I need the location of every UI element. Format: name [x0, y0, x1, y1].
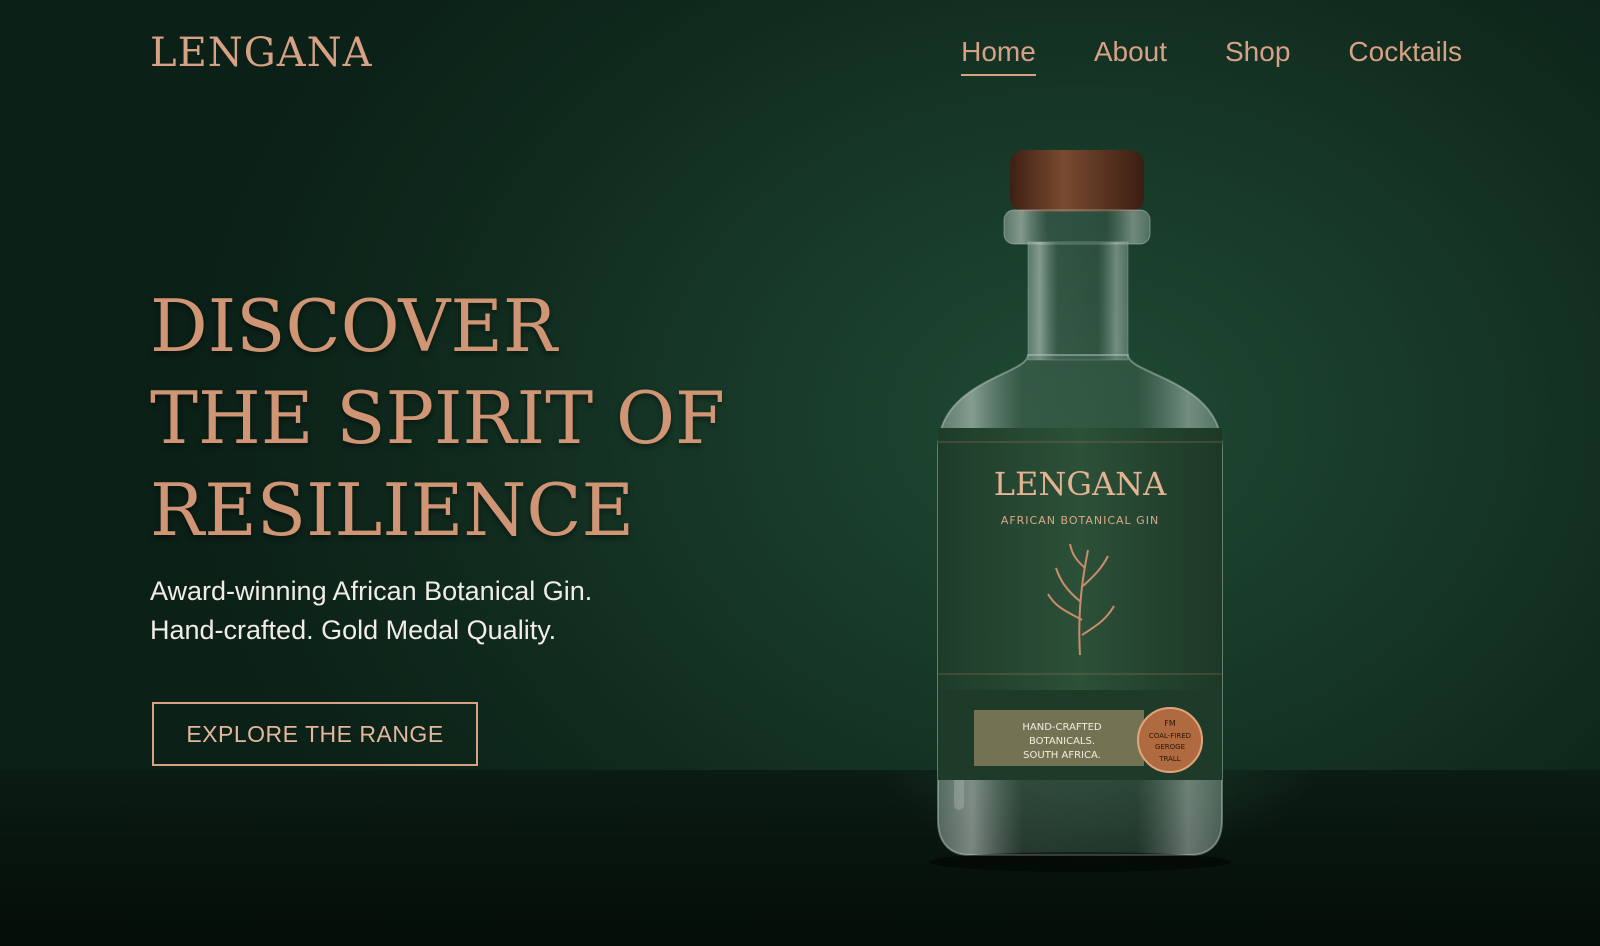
hero-subtitle-line: Award-winning African Botanical Gin. [150, 576, 593, 606]
seal-text: COAL-FIRED [1149, 732, 1191, 740]
nav-item-cocktails[interactable]: Cocktails [1348, 36, 1462, 76]
explore-range-button[interactable]: EXPLORE THE RANGE [152, 702, 478, 766]
cork-stopper [1010, 150, 1144, 212]
nav-item-shop[interactable]: Shop [1225, 36, 1290, 76]
nav-item-home[interactable]: Home [961, 36, 1036, 76]
label-tagline-text: AFRICAN BOTANICAL GIN [1001, 514, 1159, 527]
hero-title: DISCOVER THE SPIRIT OF RESILIENCE [150, 280, 725, 556]
main-nav: Home About Shop Cocktails [961, 36, 1462, 76]
hero-title-line: RESILIENCE [150, 468, 634, 552]
nav-item-about[interactable]: About [1094, 36, 1167, 76]
brand-logo[interactable]: LENGANA [150, 30, 373, 76]
seal-text: FM [1164, 719, 1176, 728]
label-brand-text: LENGANA [994, 465, 1167, 503]
seal-text: TRALL [1158, 755, 1181, 763]
gin-bottle-image: LENGANA AFRICAN BOTANICAL GIN HAND-CRAFT… [930, 150, 1230, 872]
hero-subtitle: Award-winning African Botanical Gin. Han… [150, 572, 592, 650]
hero-title-line: DISCOVER [150, 284, 558, 368]
hero-subtitle-line: Hand-crafted. Gold Medal Quality. [150, 615, 557, 645]
seal-text: GEROGE [1155, 743, 1185, 751]
hero-title-line: THE SPIRIT OF [150, 376, 726, 460]
floor-surface [0, 770, 1600, 946]
lower-label-line: HAND-CRAFTED [1022, 722, 1102, 733]
lower-label-line: SOUTH AFRICA. [1023, 750, 1101, 761]
lower-label-line: BOTANICALS. [1029, 736, 1095, 747]
